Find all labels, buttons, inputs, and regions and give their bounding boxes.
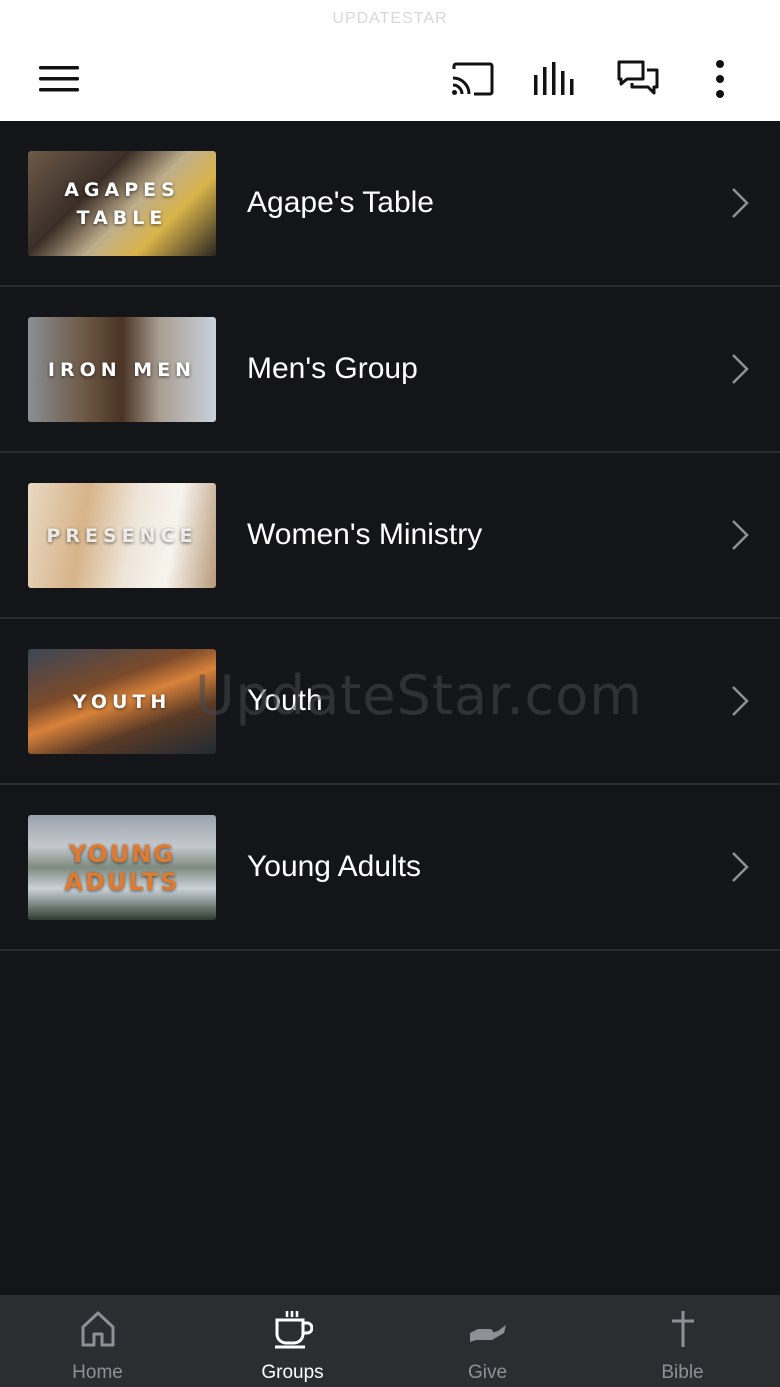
nav-give[interactable]: Give (390, 1295, 585, 1387)
group-title: Agape's Table (247, 186, 434, 219)
chevron-right-icon (732, 520, 749, 550)
thumbnail-image: PRESENCE (28, 483, 216, 588)
nav-label: Give (467, 1362, 508, 1383)
nav-label: Home (72, 1362, 123, 1383)
group-title: Women's Ministry (247, 518, 483, 551)
group-title: Young Adults (247, 850, 422, 883)
status-bar-text: UPDATESTAR (332, 10, 448, 27)
list-item-youth[interactable]: YOUTH Youth (0, 619, 780, 785)
hamburger-menu-button[interactable] (35, 55, 83, 103)
nav-label: Bible (661, 1362, 704, 1383)
chevron-right-icon (732, 686, 749, 716)
thumbnail-text: IRON MEN (47, 358, 197, 381)
chevron-right-icon (732, 188, 749, 218)
thumbnail-text: YOUTH (72, 690, 172, 713)
cast-button[interactable] (448, 55, 496, 103)
chevron-right-icon (732, 852, 749, 882)
cast-icon (452, 62, 494, 96)
thumbnail-image: YOUNG ADULTS (28, 815, 216, 920)
list-item-young-adults[interactable]: YOUNG ADULTS Young Adults (0, 785, 780, 951)
chat-button[interactable] (614, 55, 662, 103)
list-item-mens-group[interactable]: IRON MEN Men's Group (0, 287, 780, 453)
nav-bible[interactable]: Bible (585, 1295, 780, 1387)
bottom-navigation: Home Groups Give Bible (0, 1295, 780, 1387)
thumbnail-image: YOUTH (28, 649, 216, 754)
nav-label: Groups (261, 1362, 324, 1383)
group-title: Youth (247, 684, 323, 717)
coffee-cup-icon (274, 1311, 313, 1349)
thumbnail-image: AGAPES TABLE (28, 151, 216, 256)
app-root: UPDATESTAR AGAPES TABLE Agape's Table IR… (0, 0, 780, 1387)
thumbnail-text: AGAPES TABLE (64, 178, 180, 229)
audio-bars-icon (534, 62, 574, 95)
group-title: Men's Group (247, 352, 418, 385)
cross-icon (671, 1311, 694, 1347)
chevron-right-icon (732, 354, 749, 384)
more-options-button[interactable] (696, 55, 744, 103)
nav-groups[interactable]: Groups (195, 1295, 390, 1387)
chat-icon (617, 60, 659, 95)
nav-home[interactable]: Home (0, 1295, 195, 1387)
top-app-bar: UPDATESTAR (0, 0, 780, 121)
more-vertical-icon (716, 60, 724, 98)
give-hand-icon (469, 1325, 506, 1342)
audio-button[interactable] (530, 55, 578, 103)
hamburger-icon (39, 66, 79, 92)
groups-list: AGAPES TABLE Agape's Table IRON MEN Men'… (0, 121, 780, 951)
thumbnail-text: PRESENCE (46, 524, 198, 547)
list-item-womens-ministry[interactable]: PRESENCE Women's Ministry (0, 453, 780, 619)
thumbnail-image: IRON MEN (28, 317, 216, 422)
thumbnail-text: YOUNG ADULTS (64, 839, 180, 896)
list-item-agapes-table[interactable]: AGAPES TABLE Agape's Table (0, 121, 780, 287)
home-icon (81, 1311, 114, 1347)
